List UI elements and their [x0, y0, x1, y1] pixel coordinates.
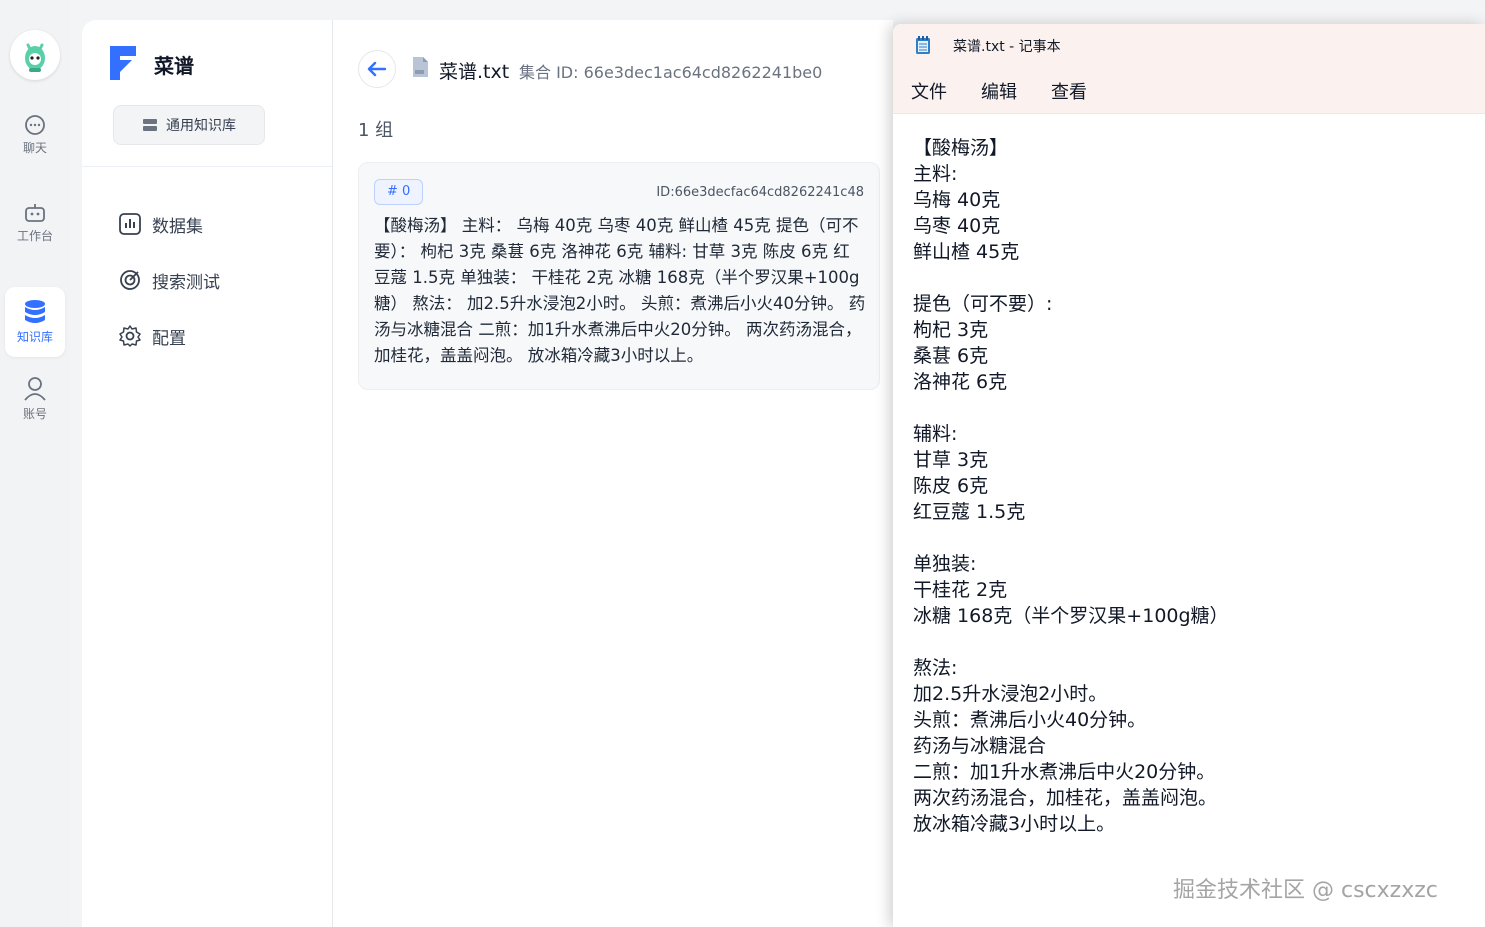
menu-file[interactable]: 文件: [911, 78, 947, 104]
rail-item-label: 账号: [22, 407, 47, 421]
robot-mascot-icon: [25, 43, 45, 72]
nav-item-label: 搜索测试: [152, 272, 220, 293]
nav-item-label: 数据集: [152, 216, 203, 237]
file-name: 菜谱.txt: [439, 61, 510, 83]
rail-item-chat[interactable]: 聊天: [5, 100, 65, 170]
rail-item-label: 聊天: [22, 141, 47, 155]
nav-item-config[interactable]: 配置: [118, 308, 220, 364]
kb-nav: 数据集 搜索测试 配置: [118, 196, 220, 364]
txt-file-icon: [413, 57, 428, 77]
notepad-menubar: 文件 编辑 查看: [893, 68, 1485, 114]
target-icon: [120, 270, 140, 290]
collection-id: 集合 ID: 66e3dec1ac64cd8262241be0: [519, 63, 823, 82]
gear-icon: [119, 325, 141, 347]
chat-icon: [25, 115, 45, 135]
app-rail: 聊天 工作台 知识库 账号: [0, 0, 70, 927]
nav-item-label: 配置: [152, 328, 186, 349]
rail-item-knowledge-base[interactable]: 知识库: [5, 287, 65, 357]
arrow-left-icon: [367, 61, 387, 77]
group-count: 1 组: [358, 120, 394, 141]
server-icon: [143, 119, 157, 131]
collection-detail: 菜谱.txt 集合 ID: 66e3dec1ac64cd8262241be0 1…: [333, 20, 893, 927]
kb-type-label: 通用知识库: [166, 118, 236, 134]
robot-icon: [25, 204, 45, 222]
kb-title: 菜谱: [154, 54, 194, 78]
nav-item-search-test[interactable]: 搜索测试: [118, 252, 220, 308]
data-chunk-card[interactable]: # 0 ID:66e3decfac64cd8262241c48 【酸梅汤】 主料…: [358, 162, 880, 390]
chunk-text: 【酸梅汤】 主料： 乌梅 40克 乌枣 40克 鲜山楂 45克 提色（可不要）：…: [374, 216, 866, 365]
nav-item-dataset[interactable]: 数据集: [118, 196, 220, 252]
database-icon: [25, 300, 45, 323]
chunk-index-badge: # 0: [374, 179, 424, 205]
notepad-window: 菜谱.txt - 记事本 文件 编辑 查看 【酸梅汤】 主料: 乌梅 40克 乌…: [893, 24, 1485, 927]
kb-sidebar-header: 菜谱 通用知识库: [82, 20, 332, 167]
kb-type-tag: 通用知识库: [113, 105, 265, 145]
user-icon: [24, 377, 46, 401]
watermark: 掘金技术社区 @ cscxzxzc: [1173, 878, 1438, 903]
app-logo[interactable]: [10, 30, 60, 80]
rail-item-label: 工作台: [16, 229, 53, 243]
menu-edit[interactable]: 编辑: [981, 78, 1017, 104]
notepad-title: 菜谱.txt - 记事本: [953, 39, 1061, 55]
notepad-icon: [916, 36, 930, 54]
menu-view[interactable]: 查看: [1051, 78, 1087, 104]
rail-item-account[interactable]: 账号: [5, 364, 65, 434]
chunk-id: ID:66e3decfac64cd8262241c48: [656, 185, 864, 200]
notepad-text-area[interactable]: 【酸梅汤】 主料: 乌梅 40克 乌枣 40克 鲜山楂 45克 提色（可不要）:…: [913, 135, 1473, 837]
chart-icon: [119, 213, 141, 235]
kb-sidebar: 菜谱 通用知识库 数据集 搜索测试 配置: [82, 20, 333, 927]
rail-item-workbench[interactable]: 工作台: [5, 188, 65, 258]
rail-item-label: 知识库: [16, 330, 53, 344]
notepad-titlebar[interactable]: 菜谱.txt - 记事本: [893, 24, 1485, 68]
kb-logo-icon: [110, 46, 136, 80]
back-button[interactable]: [358, 50, 396, 88]
